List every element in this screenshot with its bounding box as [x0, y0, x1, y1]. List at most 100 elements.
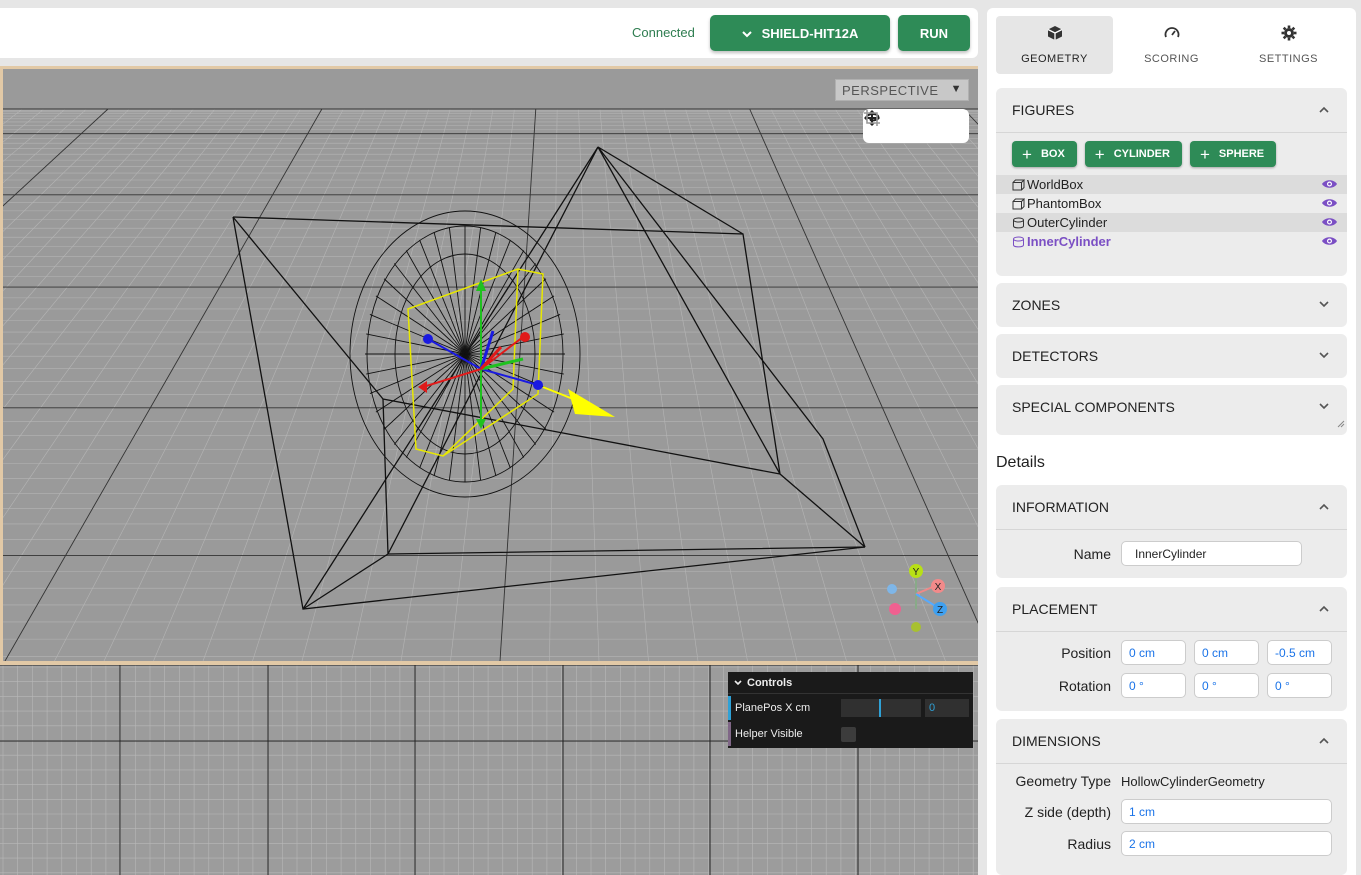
dimensions-header[interactable]: DIMENSIONS	[996, 719, 1347, 763]
position-z-input[interactable]: -0.5 cm	[1267, 640, 1332, 665]
controls-title: Controls	[747, 676, 793, 689]
tab-geometry-label: GEOMETRY	[1021, 53, 1088, 65]
add-box-label: BOX	[1040, 148, 1065, 160]
dimensions-title: DIMENSIONS	[1012, 733, 1101, 749]
simulator-label: SHIELD-HIT12A	[761, 25, 859, 41]
zones-section[interactable]: ZONES	[996, 283, 1347, 327]
chevron-down-icon	[1319, 297, 1329, 311]
placement-title: PLACEMENT	[1012, 601, 1098, 617]
chevron-up-icon	[1319, 601, 1329, 615]
plus-icon: +	[1094, 144, 1105, 164]
3d-viewport[interactable]: Y X Z PERSPECTIVE ▼	[0, 66, 978, 665]
rotation-z-input[interactable]: 0 °	[1267, 673, 1332, 698]
cylinder-icon	[1012, 217, 1025, 229]
special-components-title: SPECIAL COMPONENTS	[1012, 399, 1175, 415]
axis-z-label: Z	[937, 605, 943, 616]
depth-input[interactable]: 1 cm	[1121, 799, 1332, 824]
planepos-slider[interactable]	[841, 699, 921, 717]
panel-tabs: GEOMETRY SCORING SETTINGS	[996, 16, 1347, 74]
chevron-down-icon	[1319, 348, 1329, 362]
tab-geometry[interactable]: GEOMETRY	[996, 16, 1113, 74]
placement-section: PLACEMENT Position 0 cm 0 cm -0.5 cm Rot…	[996, 587, 1347, 711]
chevron-up-icon	[1319, 102, 1329, 116]
add-sphere-button[interactable]: + SPHERE	[1189, 141, 1277, 167]
eye-icon[interactable]	[1321, 197, 1338, 212]
planepos-label: PlanePos X cm	[735, 702, 811, 714]
helper-visible-row: Helper Visible	[728, 722, 973, 746]
information-title: INFORMATION	[1012, 499, 1109, 515]
special-components-section[interactable]: SPECIAL COMPONENTS	[996, 385, 1347, 435]
connection-status: Connected	[632, 25, 695, 40]
chevron-down-icon	[1319, 399, 1329, 413]
camera-mode-select[interactable]: PERSPECTIVE ▼	[835, 79, 969, 101]
zones-title: ZONES	[1012, 297, 1061, 313]
figure-name: OuterCylinder	[1027, 215, 1108, 230]
tab-scoring[interactable]: SCORING	[1113, 16, 1230, 74]
position-label: Position	[1061, 644, 1111, 661]
tab-settings[interactable]: SETTINGS	[1230, 16, 1347, 74]
figure-list: WorldBox PhantomBox OuterCylinder InnerC…	[996, 175, 1347, 251]
detectors-title: DETECTORS	[1012, 348, 1099, 364]
box-icon	[1012, 198, 1025, 210]
figure-item-worldbox[interactable]: WorldBox	[996, 175, 1347, 194]
rotation-y-input[interactable]: 0 °	[1194, 673, 1259, 698]
figure-item-phantombox[interactable]: PhantomBox	[996, 194, 1347, 213]
radius-label: Radius	[1067, 835, 1111, 852]
information-section: INFORMATION Name InnerCylinder	[996, 485, 1347, 578]
geometry-type-value: HollowCylinderGeometry	[1121, 773, 1265, 789]
run-button[interactable]: RUN	[898, 15, 970, 51]
rotate-icon[interactable]	[865, 112, 928, 138]
figure-item-outercylinder[interactable]: OuterCylinder	[996, 213, 1347, 232]
name-input[interactable]: InnerCylinder	[1121, 541, 1302, 566]
dimensions-section: DIMENSIONS Geometry Type HollowCylinderG…	[996, 719, 1347, 875]
gauge-icon	[1164, 25, 1180, 45]
figures-section: FIGURES + BOX + CYLINDER + SPHERE WorldBox …	[996, 88, 1347, 276]
axis-y-label: Y	[913, 567, 920, 578]
position-y-input[interactable]: 0 cm	[1194, 640, 1259, 665]
placement-header[interactable]: PLACEMENT	[996, 587, 1347, 631]
geometry-type-label: Geometry Type	[1015, 773, 1111, 789]
planepos-value[interactable]: 0	[925, 699, 969, 717]
rotation-x-input[interactable]: 0 °	[1121, 673, 1186, 698]
radius-input[interactable]: 2 cm	[1121, 831, 1332, 856]
depth-label: Z side (depth)	[1024, 803, 1111, 820]
eye-icon[interactable]	[1321, 235, 1338, 250]
name-label: Name	[1073, 545, 1111, 562]
plus-icon: +	[1199, 144, 1210, 164]
chevron-up-icon	[1319, 733, 1329, 747]
cube-icon	[1047, 25, 1063, 45]
chevron-down-icon: ▼	[950, 83, 962, 95]
figures-header[interactable]: FIGURES	[996, 88, 1347, 132]
add-cylinder-button[interactable]: + CYLINDER	[1084, 141, 1182, 167]
scale-icon[interactable]	[864, 110, 959, 138]
helper-visible-checkbox[interactable]	[841, 726, 856, 742]
chevron-down-icon	[734, 677, 742, 689]
controls-panel: Controls PlanePos X cm 0 Helper Visible	[728, 672, 973, 748]
top-bar: Connected SHIELD-HIT12A RUN	[0, 8, 978, 58]
details-title: Details	[996, 454, 1045, 471]
chevron-down-icon	[741, 26, 752, 41]
figure-name: InnerCylinder	[1027, 234, 1111, 249]
gear-icon	[1281, 25, 1297, 45]
chevron-up-icon	[1319, 499, 1329, 513]
simulator-select-button[interactable]: SHIELD-HIT12A	[710, 15, 890, 51]
helper-visible-label: Helper Visible	[735, 728, 803, 740]
eye-icon[interactable]	[1321, 178, 1338, 193]
camera-mode-value: PERSPECTIVE	[842, 82, 939, 98]
add-cylinder-label: CYLINDER	[1113, 148, 1170, 160]
figure-name: PhantomBox	[1027, 196, 1102, 211]
plus-icon: +	[1022, 144, 1032, 164]
controls-header[interactable]: Controls	[728, 672, 973, 694]
information-header[interactable]: INFORMATION	[996, 485, 1347, 529]
box-icon	[1012, 179, 1025, 191]
transform-toolbar	[863, 109, 969, 143]
add-box-button[interactable]: + BOX	[1012, 141, 1077, 167]
figures-title: FIGURES	[1012, 102, 1075, 118]
resize-handle-icon[interactable]	[1337, 415, 1345, 433]
detectors-section[interactable]: DETECTORS	[996, 334, 1347, 378]
figure-item-innercylinder[interactable]: InnerCylinder	[996, 232, 1347, 251]
position-x-input[interactable]: 0 cm	[1121, 640, 1186, 665]
scene-canvas[interactable]: Y X Z	[3, 69, 978, 665]
rotation-label: Rotation	[1058, 677, 1111, 694]
eye-icon[interactable]	[1321, 216, 1338, 231]
